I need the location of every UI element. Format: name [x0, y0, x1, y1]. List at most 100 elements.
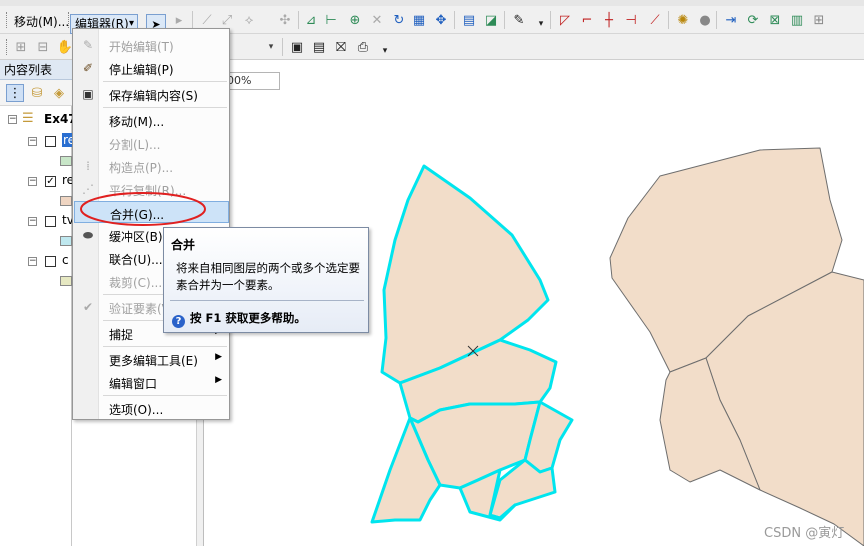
- toc-layer[interactable]: − tv: [0, 212, 74, 230]
- selected-polygon: [370, 416, 442, 524]
- straight-segment-icon[interactable]: ⟋: [198, 11, 216, 29]
- topology-edit-icon[interactable]: ◸: [556, 11, 574, 29]
- tooltip-help: ? 按 F1 获取更多帮助。: [172, 310, 306, 328]
- end-point-arc-icon[interactable]: ⤢: [218, 11, 236, 29]
- menu-item-stop-editing[interactable]: ✐ 停止编辑(P): [74, 57, 229, 79]
- toolbar-grip[interactable]: [6, 39, 9, 55]
- separator: [716, 11, 717, 29]
- error-inspector-icon[interactable]: ●: [696, 11, 714, 29]
- menu-item-options[interactable]: 选项(O)...: [74, 397, 229, 419]
- sketch-icon[interactable]: ◪: [482, 11, 500, 29]
- merge-features-icon[interactable]: ⊠: [766, 11, 784, 29]
- map-polygon: [705, 271, 864, 546]
- modify-edge-icon[interactable]: ┼: [600, 11, 618, 29]
- menu-item-more-editing-tools[interactable]: 更多编辑工具(E) ▶: [74, 348, 229, 370]
- tooltip-title: 合并: [171, 238, 196, 252]
- merge-tooltip: 合并 将来自相同图层的两个或多个选定要素合并为一个要素。 ? 按 F1 获取更多帮…: [163, 227, 369, 333]
- separator: [454, 11, 455, 29]
- planarize-icon[interactable]: ⊞: [810, 11, 828, 29]
- list-by-drawing-order-icon[interactable]: ⋮: [6, 84, 24, 102]
- menu-item-construct-points[interactable]: ⁞ 构造点(P)...: [74, 155, 229, 177]
- collapse-icon[interactable]: −: [28, 257, 37, 266]
- create-features-icon[interactable]: ✎: [510, 11, 528, 29]
- unselected-features: [609, 147, 864, 546]
- separator: [192, 11, 193, 29]
- menu-item-start-editing[interactable]: ✎ 开始编辑(T): [74, 34, 229, 56]
- zoom-in-fixed-icon[interactable]: ⊞: [12, 38, 30, 56]
- construct-points-icon: ⁞: [86, 159, 90, 173]
- zoom-level-input[interactable]: 00%: [222, 72, 280, 90]
- menu-separator: [103, 81, 227, 82]
- move-menu[interactable]: 移动(M)...: [14, 13, 69, 30]
- separator: [550, 11, 551, 29]
- cursor-crosshair: [467, 345, 479, 357]
- sketch-properties-icon[interactable]: ✥: [432, 11, 450, 29]
- refresh-icon[interactable]: ⟳: [744, 11, 762, 29]
- toc-root[interactable]: − ☰ Ex47: [0, 110, 77, 128]
- align-edge-icon[interactable]: ⟋: [646, 11, 664, 29]
- menu-item-split[interactable]: 分割(L)...: [74, 132, 229, 154]
- attributes-table-icon[interactable]: ▦: [410, 11, 428, 29]
- zoom-out-fixed-icon[interactable]: ⊟: [34, 38, 52, 56]
- edit-annotation-icon[interactable]: ▸: [170, 11, 188, 29]
- reshape-edge-icon[interactable]: ⊣: [622, 11, 640, 29]
- shared-edge-icon[interactable]: ⌐: [578, 11, 596, 29]
- collapse-icon[interactable]: −: [28, 217, 37, 226]
- reshape-feature-icon[interactable]: ⊢: [322, 11, 340, 29]
- zoom-whole-page-icon[interactable]: ▤: [310, 38, 328, 56]
- selected-polygon: [380, 164, 550, 385]
- toolbar-options-icon[interactable]: ▾: [376, 42, 394, 60]
- toc-layer[interactable]: − re: [0, 132, 77, 150]
- list-by-visibility-icon[interactable]: ◈: [50, 84, 68, 102]
- save-icon: ▣: [82, 87, 94, 101]
- selected-polygon: [523, 400, 574, 474]
- separator: [282, 38, 283, 56]
- layout-page-icon[interactable]: ▣: [288, 38, 306, 56]
- layers-icon: ☰: [22, 111, 34, 126]
- rotate-icon[interactable]: ↻: [390, 11, 408, 29]
- menu-item-move[interactable]: 移动(M)...: [74, 109, 229, 131]
- layer-swatch: [60, 236, 72, 246]
- collapse-icon[interactable]: −: [28, 137, 37, 146]
- help-icon: ?: [172, 315, 185, 328]
- fix-topology-icon[interactable]: ⇥: [722, 11, 740, 29]
- toolbar-grip[interactable]: [6, 12, 9, 28]
- collapse-icon[interactable]: −: [8, 115, 17, 124]
- focus-data-frame-icon[interactable]: ⎙: [354, 38, 372, 56]
- layer-swatch: [60, 156, 72, 166]
- attributes-icon[interactable]: ▤: [460, 11, 478, 29]
- selected-polygon: [398, 338, 558, 424]
- toc-title: 内容列表: [0, 60, 72, 80]
- chevron-down-icon[interactable]: ▾: [262, 38, 280, 56]
- toc-toolbar: ⋮ ⛁ ◈: [0, 80, 72, 106]
- trace-icon[interactable]: ⟡: [240, 11, 258, 29]
- layer-visibility-checkbox[interactable]: [45, 216, 56, 227]
- stop-editing-icon: ✐: [82, 61, 94, 75]
- layer-visibility-checkbox[interactable]: ✓: [45, 176, 56, 187]
- menu-item-save-edits[interactable]: ▣ 保存编辑内容(S): [74, 83, 229, 105]
- toc-layer[interactable]: − c: [0, 252, 72, 270]
- layer-visibility-checkbox[interactable]: [45, 256, 56, 267]
- map-polygon: [659, 357, 761, 491]
- validate-topology-icon[interactable]: ✺: [674, 11, 692, 29]
- menu-item-merge[interactable]: 合并(G)...: [74, 201, 229, 223]
- point-icon[interactable]: ✣: [276, 11, 294, 29]
- cut-polygons-icon[interactable]: ⊕: [346, 11, 364, 29]
- menu-item-copy-parallel[interactable]: ⋰ 平行复制(R)...: [74, 178, 229, 200]
- map-polygon: [609, 147, 843, 373]
- validate-icon: ✔: [82, 300, 94, 314]
- layer-visibility-checkbox[interactable]: [45, 136, 56, 147]
- arcmap-window: 移动(M)... 编辑器(R) ▾ ➤ ▸ ⟋ ⤢ ⟡ ✣ ⊿ ⊢ ⊕ ✕ ↻ …: [0, 0, 864, 546]
- menu-item-editing-windows[interactable]: 编辑窗口 ▶: [74, 371, 229, 393]
- submenu-arrow-icon: ▶: [215, 352, 222, 362]
- toc-layer[interactable]: − ✓ re: [0, 172, 74, 190]
- toggle-draft-mode-icon[interactable]: ⛝: [332, 38, 350, 56]
- toolbar-options-icon[interactable]: ▾: [532, 15, 550, 33]
- construct-features-icon[interactable]: ▥: [788, 11, 806, 29]
- layer-swatch: [60, 276, 72, 286]
- split-tool-icon[interactable]: ✕: [368, 11, 386, 29]
- list-by-source-icon[interactable]: ⛁: [28, 84, 46, 102]
- collapse-icon[interactable]: −: [28, 177, 37, 186]
- selected-polygon: [488, 458, 557, 520]
- edit-vertices-icon[interactable]: ⊿: [302, 11, 320, 29]
